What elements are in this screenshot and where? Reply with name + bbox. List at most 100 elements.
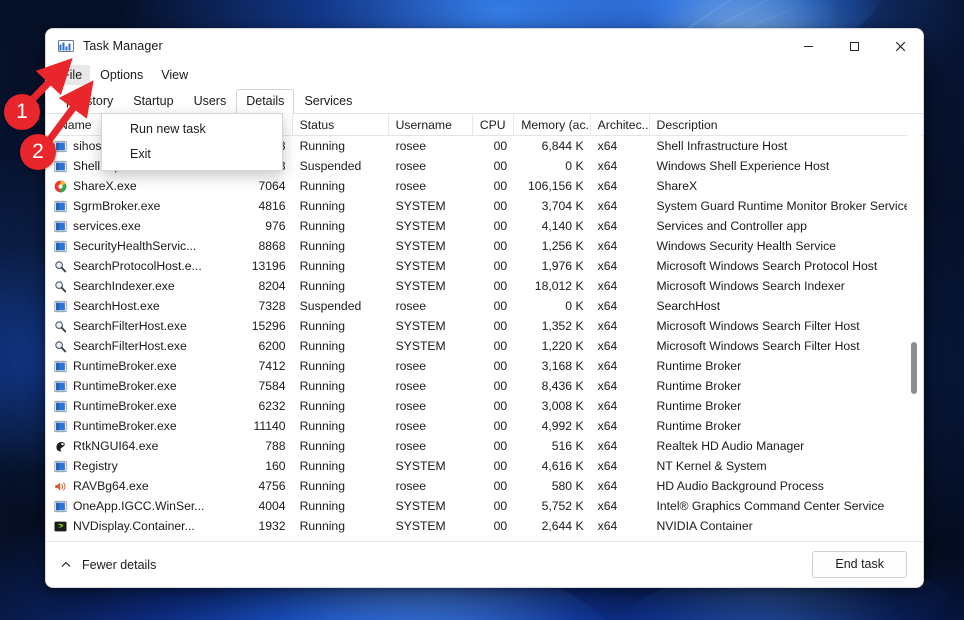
table-row[interactable]: SearchHost.exe7328Suspendedrosee000 Kx64… bbox=[52, 296, 923, 316]
cell-mem: 106,156 K bbox=[514, 176, 590, 196]
blue-window-icon bbox=[54, 220, 67, 233]
cell-desc: HD Audio Background Process bbox=[649, 476, 923, 496]
cell-cpu: 00 bbox=[473, 376, 514, 396]
cell-arch: x64 bbox=[591, 416, 650, 436]
cell-mem: 6,844 K bbox=[514, 136, 590, 156]
process-name-cell: services.exe bbox=[52, 216, 240, 236]
cell-user: rosee bbox=[389, 416, 473, 436]
titlebar-left: Task Manager bbox=[46, 38, 163, 54]
column-header-desc[interactable]: Description bbox=[650, 114, 923, 136]
vertical-scrollbar[interactable] bbox=[907, 114, 921, 541]
table-row[interactable]: OneApp.IGCC.WinSer...4004RunningSYSTEM00… bbox=[52, 496, 923, 516]
table-row[interactable]: services.exe976RunningSYSTEM004,140 Kx64… bbox=[52, 216, 923, 236]
cell-user: rosee bbox=[389, 176, 473, 196]
cell-arch: x64 bbox=[591, 336, 650, 356]
fewer-details-label: Fewer details bbox=[82, 558, 156, 572]
cell-status: Running bbox=[293, 356, 389, 376]
end-task-button[interactable]: End task bbox=[812, 551, 907, 578]
tab-users[interactable]: Users bbox=[184, 89, 237, 114]
cell-arch: x64 bbox=[591, 176, 650, 196]
column-header-status[interactable]: Status bbox=[293, 114, 389, 136]
table-row[interactable]: RuntimeBroker.exe7584Runningrosee008,436… bbox=[52, 376, 923, 396]
table-row[interactable]: RuntimeBroker.exe6232Runningrosee003,008… bbox=[52, 396, 923, 416]
cell-status: Running bbox=[293, 236, 389, 256]
process-name-label: ShareX.exe bbox=[73, 176, 137, 196]
table-row[interactable]: SecurityHealthServic...8868RunningSYSTEM… bbox=[52, 236, 923, 256]
column-header-mem[interactable]: Memory (ac... bbox=[514, 114, 590, 136]
fewer-details-button[interactable]: Fewer details bbox=[60, 558, 156, 572]
cell-cpu: 00 bbox=[473, 476, 514, 496]
menu-item-view[interactable]: View bbox=[153, 65, 196, 85]
process-name-cell: RuntimeBroker.exe bbox=[52, 416, 240, 436]
table-row[interactable]: SearchFilterHost.exe15296RunningSYSTEM00… bbox=[52, 316, 923, 336]
table-row[interactable]: SgrmBroker.exe4816RunningSYSTEM003,704 K… bbox=[52, 196, 923, 216]
maximize-button[interactable] bbox=[831, 29, 877, 63]
file-menu-dropdown: Run new task Exit bbox=[101, 113, 283, 171]
cell-user: SYSTEM bbox=[389, 496, 473, 516]
table-row[interactable]: RuntimeBroker.exe7412Runningrosee003,168… bbox=[52, 356, 923, 376]
table-row[interactable]: RAVBg64.exe4756Runningrosee00580 Kx64HD … bbox=[52, 476, 923, 496]
table-row[interactable]: NVDisplay.Container...1932RunningSYSTEM0… bbox=[52, 516, 923, 536]
cell-status: Running bbox=[293, 416, 389, 436]
cell-desc: ShareX bbox=[649, 176, 923, 196]
process-name-label: SecurityHealthServic... bbox=[73, 236, 196, 256]
cell-mem: 1,220 K bbox=[514, 336, 590, 356]
cell-cpu: 00 bbox=[473, 496, 514, 516]
cell-status: Suspended bbox=[293, 156, 389, 176]
cell-cpu: 00 bbox=[473, 416, 514, 436]
table-row[interactable]: SearchFilterHost.exe6200RunningSYSTEM001… bbox=[52, 336, 923, 356]
process-name-cell: RuntimeBroker.exe bbox=[52, 356, 240, 376]
menu-item-file[interactable]: File bbox=[54, 65, 90, 85]
cell-cpu: 00 bbox=[473, 516, 514, 536]
cell-mem: 4,992 K bbox=[514, 416, 590, 436]
cell-user: SYSTEM bbox=[389, 256, 473, 276]
run-new-task-menu-item[interactable]: Run new task bbox=[102, 117, 282, 142]
blue-window-icon bbox=[54, 360, 67, 373]
column-header-arch[interactable]: Architec... bbox=[591, 114, 650, 136]
table-row[interactable]: RuntimeBroker.exe11140Runningrosee004,99… bbox=[52, 416, 923, 436]
minimize-button[interactable] bbox=[785, 29, 831, 63]
tab-services[interactable]: Services bbox=[294, 89, 362, 114]
cell-user: SYSTEM bbox=[389, 336, 473, 356]
process-name-label: RtkNGUI64.exe bbox=[73, 436, 158, 456]
process-name-label: SgrmBroker.exe bbox=[73, 196, 160, 216]
cell-cpu: 00 bbox=[473, 436, 514, 456]
close-button[interactable] bbox=[877, 29, 923, 63]
cell-desc: Services and Controller app bbox=[649, 216, 923, 236]
tab-startup[interactable]: Startup bbox=[123, 89, 183, 114]
cell-arch: x64 bbox=[591, 456, 650, 476]
cell-arch: x64 bbox=[591, 216, 650, 236]
cell-arch: x64 bbox=[591, 196, 650, 216]
cell-arch: x64 bbox=[591, 516, 650, 536]
cell-mem: 3,168 K bbox=[514, 356, 590, 376]
table-row[interactable]: SearchIndexer.exe8204RunningSYSTEM0018,0… bbox=[52, 276, 923, 296]
table-row[interactable]: ShareX.exe7064Runningrosee00106,156 Kx64… bbox=[52, 176, 923, 196]
scrollbar-thumb[interactable] bbox=[911, 342, 917, 394]
cell-desc: Runtime Broker bbox=[649, 396, 923, 416]
cell-user: rosee bbox=[389, 436, 473, 456]
column-header-cpu[interactable]: CPU bbox=[473, 114, 514, 136]
cell-desc: Microsoft Windows Search Filter Host bbox=[649, 316, 923, 336]
exit-menu-item[interactable]: Exit bbox=[102, 142, 282, 167]
table-row[interactable]: Registry160RunningSYSTEM004,616 Kx64NT K… bbox=[52, 456, 923, 476]
cell-arch: x64 bbox=[591, 136, 650, 156]
cell-user: rosee bbox=[389, 156, 473, 176]
cell-status: Suspended bbox=[293, 296, 389, 316]
table-row[interactable]: RtkNGUI64.exe788Runningrosee00516 Kx64Re… bbox=[52, 436, 923, 456]
table-row[interactable]: SearchProtocolHost.e...13196RunningSYSTE… bbox=[52, 256, 923, 276]
column-header-user[interactable]: Username bbox=[389, 114, 473, 136]
process-name-cell: SearchProtocolHost.e... bbox=[52, 256, 240, 276]
cell-arch: x64 bbox=[591, 396, 650, 416]
cell-desc: Shell Infrastructure Host bbox=[649, 136, 923, 156]
menu-item-options[interactable]: Options bbox=[92, 65, 151, 85]
process-name-cell: RuntimeBroker.exe bbox=[52, 396, 240, 416]
process-name-label: RuntimeBroker.exe bbox=[73, 396, 177, 416]
tab-details[interactable]: Details bbox=[236, 89, 294, 114]
cell-pid: 4816 bbox=[240, 196, 293, 216]
window-titlebar[interactable]: Task Manager bbox=[46, 29, 923, 63]
annotation-marker-1: 1 bbox=[4, 94, 40, 130]
cell-user: rosee bbox=[389, 136, 473, 156]
cell-mem: 3,008 K bbox=[514, 396, 590, 416]
tab-app-history[interactable]: p history bbox=[56, 89, 123, 114]
blue-window-icon bbox=[54, 500, 67, 513]
